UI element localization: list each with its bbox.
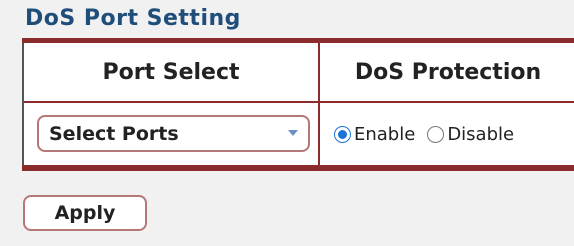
port-select-dropdown[interactable]: Select Ports <box>37 115 310 152</box>
port-select-value: Select Ports <box>49 122 179 145</box>
table-bottom-divider <box>22 165 574 171</box>
enable-label[interactable]: Enable <box>354 124 415 145</box>
dos-protection-header: DoS Protection <box>354 59 542 85</box>
port-select-cell: Select Ports <box>24 103 320 167</box>
dos-protection-cell: Enable Disable <box>320 103 574 167</box>
dos-port-table: Port Select DoS Protection Select Ports … <box>22 43 574 167</box>
port-select-header: Port Select <box>24 43 320 101</box>
disable-label[interactable]: Disable <box>447 124 514 145</box>
apply-button[interactable]: Apply <box>23 195 147 231</box>
disable-radio[interactable] <box>427 126 445 143</box>
dos-protection-radio-group: Enable Disable <box>334 124 526 145</box>
enable-radio[interactable] <box>334 126 351 143</box>
chevron-down-icon <box>288 130 298 136</box>
section-title: DoS Port Setting <box>25 6 241 31</box>
